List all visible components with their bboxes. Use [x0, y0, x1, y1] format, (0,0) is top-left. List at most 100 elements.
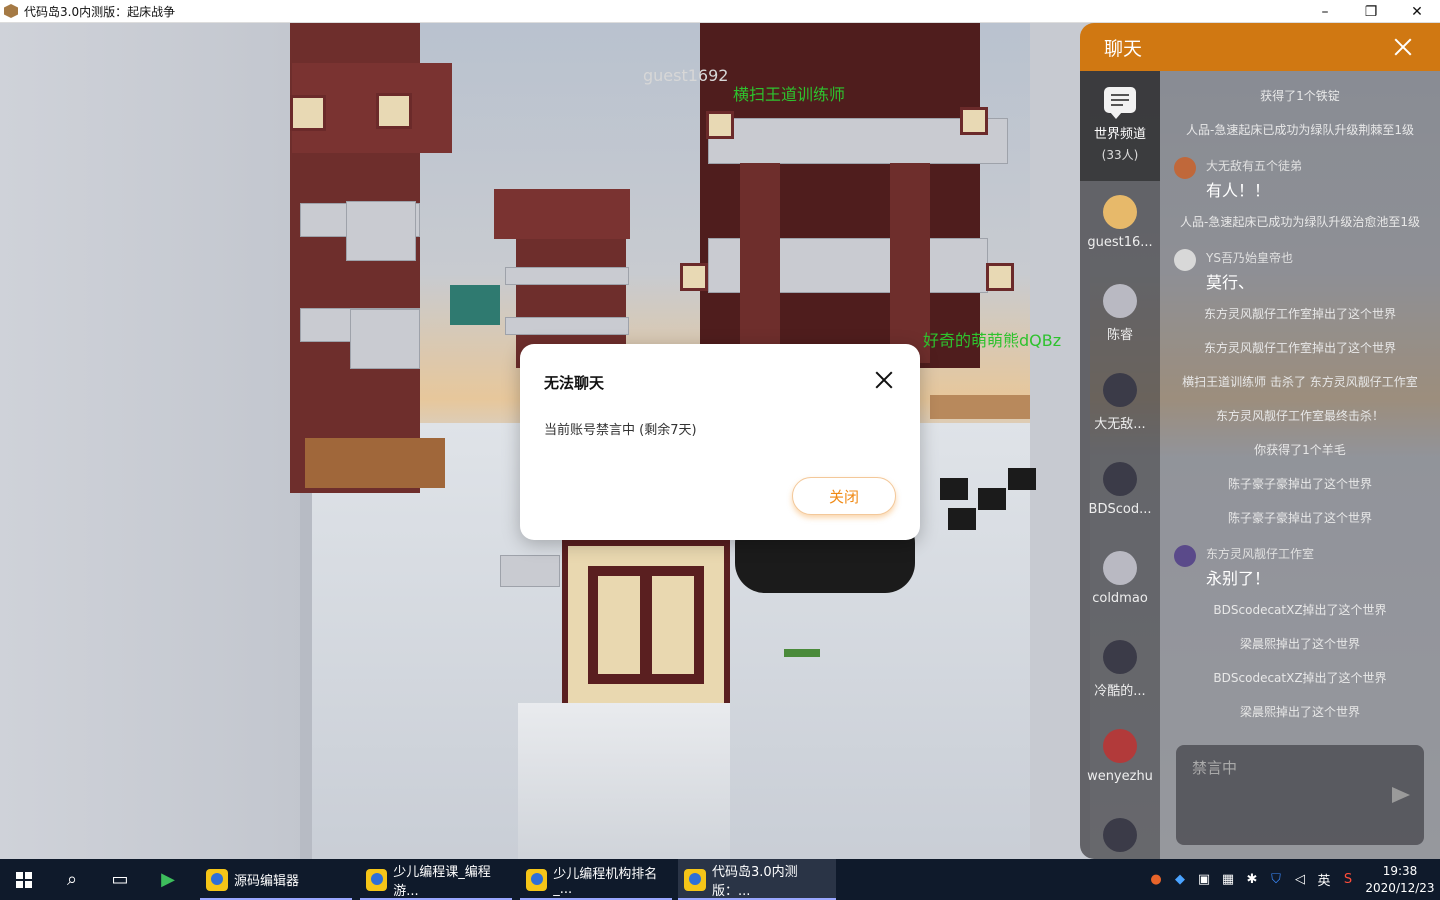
- stone-block: [350, 309, 420, 369]
- taskbar-app-label: 少儿编程课_编程游...: [393, 864, 491, 899]
- avatar: [1103, 551, 1137, 585]
- network-icon[interactable]: ▦: [1216, 859, 1240, 900]
- send-icon[interactable]: [1392, 787, 1410, 803]
- avatar: [1174, 545, 1196, 567]
- channel-member-count: (33人): [1101, 148, 1139, 162]
- system-message: 梁晨熙掉出了这个世界: [1239, 705, 1360, 719]
- taskbar: ⌕ ▭ ▶ 源码编辑器 少儿编程课_编程游... 少儿编程机构排名_... 代码岛3.…: [0, 859, 1440, 900]
- close-window-button[interactable]: ✕: [1394, 0, 1440, 23]
- channel-user[interactable]: 冷酷的...: [1080, 626, 1160, 714]
- shield-icon[interactable]: ⛉: [1264, 859, 1288, 900]
- player-nametag: 横扫王道训练师: [733, 85, 846, 104]
- system-message: BDScodecatXZ掉出了这个世界: [1213, 671, 1387, 685]
- system-message: 获得了1个铁锭: [1260, 89, 1340, 103]
- stone-block: [500, 555, 560, 587]
- browser-icon[interactable]: ●: [1144, 859, 1168, 900]
- avatar: [1103, 284, 1137, 318]
- maximize-button[interactable]: ❐: [1348, 0, 1394, 23]
- stone-block: [505, 317, 629, 335]
- ornate-crate: [562, 540, 730, 710]
- avatar: [1103, 462, 1137, 496]
- system-message: 你获得了1个羊毛: [1254, 443, 1346, 457]
- channel-user-name: 大无敌...: [1094, 417, 1146, 432]
- app-icon: [684, 868, 706, 891]
- message-list[interactable]: 获得了1个铁锭 人品-急速起床已成功为绿队升级荆棘至1级 大无敌有五个徒弟 有人！！ 人…: [1160, 71, 1440, 859]
- volume-icon[interactable]: ◁: [1288, 859, 1312, 900]
- taskbar-app-label: 源码编辑器: [234, 874, 300, 889]
- chat-blocked-dialog: 无法聊天 当前账号禁言中 (剩余7天) 关闭: [520, 344, 920, 540]
- windows-logo-icon: [16, 871, 32, 888]
- dialog-message: 当前账号禁言中 (剩余7天): [544, 423, 697, 438]
- channel-user[interactable]: wenyezhu: [1080, 715, 1160, 803]
- taskbar-app[interactable]: 代码岛3.0内测版：...: [678, 859, 836, 900]
- system-message: BDScodecatXZ掉出了这个世界: [1213, 603, 1387, 617]
- channel-user[interactable]: coldmao: [1080, 537, 1160, 625]
- bluetooth-icon[interactable]: ✱: [1240, 859, 1264, 900]
- task-view-icon[interactable]: ▭: [96, 859, 144, 900]
- message-author: 大无敌有五个徒弟: [1206, 159, 1303, 173]
- close-icon[interactable]: [872, 368, 896, 392]
- channel-user[interactable]: [1080, 804, 1160, 859]
- pedestal-block: [518, 703, 730, 859]
- chat-input[interactable]: 禁言中: [1176, 745, 1424, 845]
- channel-user-name: coldmao: [1092, 591, 1148, 606]
- media-player-icon[interactable]: ▶: [144, 859, 192, 900]
- message-text: 永别了！: [1206, 569, 1271, 588]
- system-tray: ● ◆ ▣ ▦ ✱ ⛉ ◁ 英 S 19:38 2020/12/23: [1144, 859, 1440, 900]
- system-message: 东方灵风靓仔工作室掉出了这个世界: [1203, 307, 1396, 321]
- avatar: [1174, 249, 1196, 271]
- channel-user[interactable]: BDScod...: [1080, 448, 1160, 536]
- system-message: 陈子豪子豪掉出了这个世界: [1227, 511, 1372, 525]
- bird-icon[interactable]: ◆: [1168, 859, 1192, 900]
- taskbar-app[interactable]: 少儿编程课_编程游...: [360, 859, 512, 900]
- message-author: 东方灵风靓仔工作室: [1206, 547, 1315, 561]
- window-title: 代码岛3.0内测版：起床战争: [24, 4, 176, 19]
- search-icon[interactable]: ⌕: [48, 859, 96, 900]
- system-message: 东方灵风靓仔工作室最终击杀！: [1215, 409, 1384, 423]
- taskbar-app-label: 代码岛3.0内测版：...: [711, 864, 798, 899]
- void-block: [940, 478, 968, 500]
- dialog-title: 无法聊天: [544, 374, 605, 392]
- app-tray-icon[interactable]: ▣: [1192, 859, 1216, 900]
- minimize-button[interactable]: –: [1302, 0, 1348, 23]
- channel-user[interactable]: 大无敌...: [1080, 359, 1160, 447]
- close-icon[interactable]: [1392, 36, 1414, 58]
- system-message: 人品-急速起床已成功为绿队升级治愈池至1级: [1180, 215, 1420, 229]
- dialog-close-button[interactable]: 关闭: [792, 477, 896, 515]
- stone-block: [346, 201, 416, 261]
- app-icon: [366, 868, 388, 891]
- chat-input-placeholder: 禁言中: [1192, 759, 1238, 777]
- taskbar-app[interactable]: 源码编辑器: [200, 859, 352, 900]
- channel-user-name: BDScod...: [1088, 502, 1152, 517]
- chat-panel: 聊天 世界频道 (33人) guest16... 陈睿大无敌... BDScod..…: [1080, 23, 1440, 859]
- clock-time: 19:38: [1382, 863, 1418, 878]
- platform: [930, 395, 1040, 419]
- tree-leaves: [450, 285, 500, 325]
- start-button[interactable]: [0, 859, 48, 900]
- clock[interactable]: 19:38 2020/12/23: [1360, 863, 1440, 897]
- sogou-icon[interactable]: S: [1336, 859, 1360, 900]
- avatar: [1103, 373, 1137, 407]
- channel-world[interactable]: 世界频道 (33人): [1080, 71, 1160, 181]
- wood-block: [305, 438, 445, 488]
- tower-ornament: [706, 111, 734, 139]
- system-message: 梁晨熙掉出了这个世界: [1239, 637, 1360, 651]
- app-icon: [206, 868, 228, 891]
- clock-date: 2020/12/23: [1365, 880, 1435, 895]
- taskbar-app[interactable]: 少儿编程机构排名_...: [520, 859, 672, 900]
- grass-block: [784, 649, 820, 657]
- chat-bubble-icon: [1104, 87, 1136, 119]
- tower-roof: [494, 189, 630, 239]
- void-block: [948, 508, 976, 530]
- void-block: [1008, 468, 1036, 490]
- tower-pillar: [740, 163, 780, 363]
- avatar: [1103, 729, 1137, 763]
- channel-user[interactable]: guest16...: [1080, 181, 1160, 269]
- ime-indicator[interactable]: 英: [1312, 859, 1336, 900]
- tower-ornament: [290, 95, 326, 131]
- taskbar-app-label: 少儿编程机构排名_...: [553, 866, 658, 897]
- channel-user[interactable]: 陈睿: [1080, 270, 1160, 358]
- chat-header: 聊天: [1080, 23, 1440, 71]
- message-text: 有人！！: [1206, 181, 1271, 200]
- player-nametag: guest1692: [643, 66, 729, 85]
